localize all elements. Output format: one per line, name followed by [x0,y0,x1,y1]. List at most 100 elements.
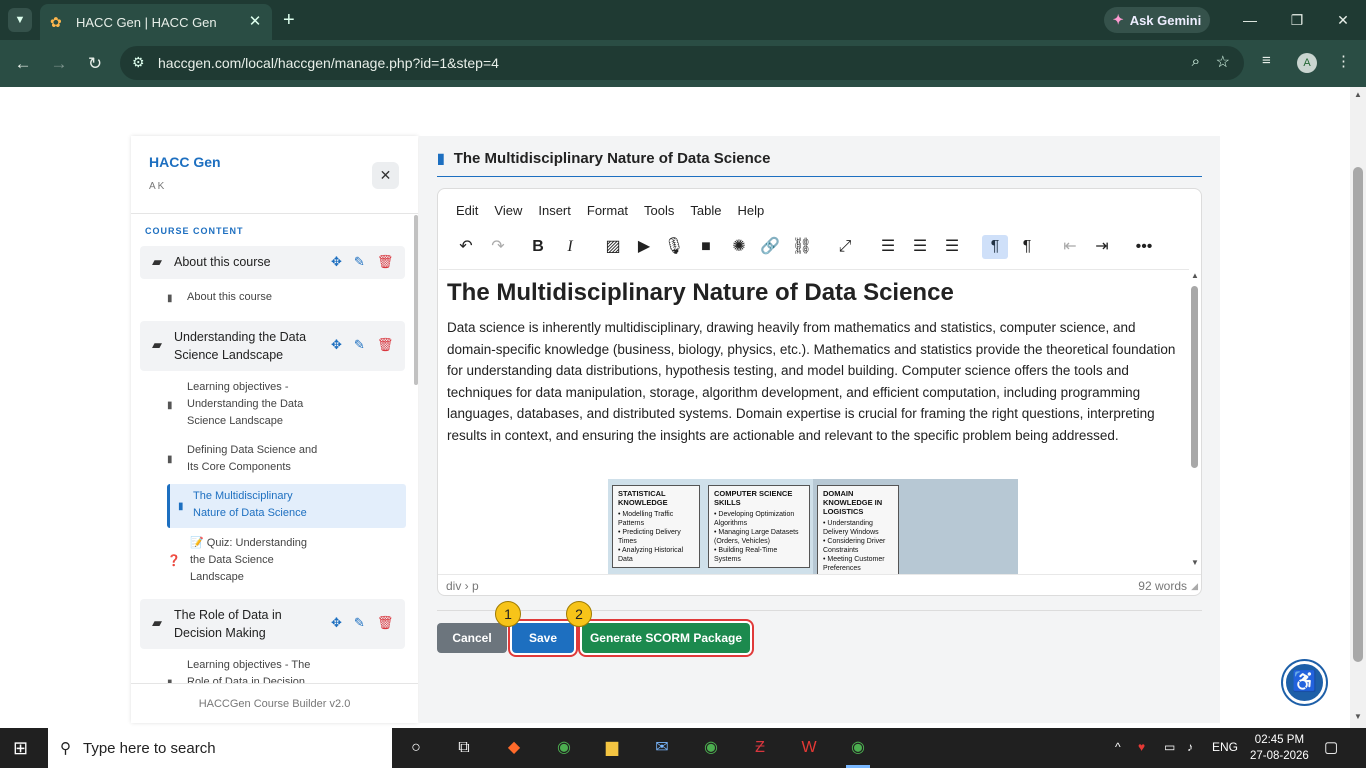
language-indicator[interactable]: ENG [1212,740,1238,754]
wps-office-icon[interactable]: W [797,736,821,760]
undo-icon[interactable]: ↶ [453,235,479,259]
volume-icon[interactable]: ♪ [1187,740,1193,754]
ask-gemini-button[interactable]: ✦ Ask Gemini [1104,7,1210,33]
restore-icon[interactable]: ❐ [1285,8,1309,32]
unlink-icon[interactable]: ⛓ [789,235,815,259]
move-icon[interactable]: ✥ [331,254,342,270]
forward-icon[interactable]: → [47,52,71,76]
edit-icon[interactable]: ✎ [354,254,365,270]
tray-expand-icon[interactable]: ^ [1115,740,1121,754]
h5p-icon[interactable]: ✺ [726,235,752,259]
menu-tools[interactable]: Tools [644,203,674,218]
sidebar-close-button[interactable]: ✕ [372,162,399,189]
move-icon[interactable]: ✥ [331,337,342,353]
align-center-icon[interactable]: ☰ [907,235,933,259]
delete-icon[interactable]: 🗑 [377,254,394,270]
reload-icon[interactable]: ↻ [83,52,107,76]
browser-menu-icon[interactable]: ⋮ [1336,52,1351,70]
sidebar-title[interactable]: HACC Gen [149,154,221,170]
edit-icon[interactable]: ✎ [354,337,365,353]
menu-view[interactable]: View [494,203,522,218]
page-scrollbar[interactable]: ▲ ▼ [1350,87,1366,728]
filezilla-icon[interactable]: Ƶ [748,736,772,760]
save-button[interactable]: Save [512,623,574,653]
network-icon[interactable]: ▭ [1164,740,1175,754]
chrome-icon[interactable]: ◉ [552,736,576,760]
editor-content[interactable]: The Multidisciplinary Nature of Data Sci… [439,269,1189,574]
ltr-icon[interactable]: ¶ [982,235,1008,259]
tab-list-button[interactable]: ▼ [8,8,32,32]
redo-icon[interactable]: ↷ [485,235,511,259]
delete-icon[interactable]: 🗑 [377,337,394,353]
link-icon[interactable]: 🔗 [757,235,783,259]
task-view-icon[interactable]: ⧉ [452,736,476,760]
back-icon[interactable]: ← [11,52,35,76]
sidebar-content[interactable]: COURSE CONTENT ▰ About this course ✥ ✎ 🗑… [131,215,418,683]
cortana-icon[interactable]: ○ [404,736,428,760]
edit-icon[interactable]: ✎ [354,615,365,631]
url-bar[interactable]: ⚙ haccgen.com/local/haccgen/manage.php?i… [120,46,1244,80]
taskbar-clock[interactable]: 02:45 PM 27-08-2026 [1250,732,1309,764]
windows-start-icon[interactable]: ⊞ [13,738,28,759]
italic-icon[interactable]: I [557,235,583,259]
file-explorer-icon[interactable]: ▆ [600,736,624,760]
new-tab-icon[interactable]: + [283,9,295,31]
delete-icon[interactable]: 🗑 [377,615,394,631]
bold-icon[interactable]: B [525,235,551,259]
accessibility-icon[interactable]: ♿ [1283,661,1326,704]
list-item[interactable]: ❓ 📝 Quiz: Understanding the Data Science… [167,535,407,587]
tray-app-icon[interactable]: ♥ [1138,740,1145,754]
editor-scroll-thumb[interactable] [1191,286,1198,468]
profile-avatar[interactable]: A [1297,53,1317,73]
video-camera-icon[interactable]: ■ [693,235,719,259]
bookmark-star-icon[interactable]: ☆ [1216,52,1230,72]
generate-scorm-button[interactable]: Generate SCORM Package [582,623,750,653]
more-icon[interactable]: ••• [1131,235,1157,259]
menu-insert[interactable]: Insert [538,203,571,218]
notification-icon[interactable]: ▢ [1324,738,1338,756]
site-info-icon[interactable]: ⚙ [132,54,145,71]
zoom-icon[interactable]: ⌕ [1192,53,1200,70]
list-item[interactable]: ▮ Defining Data Science and Its Core Com… [167,442,407,478]
align-right-icon[interactable]: ☰ [939,235,965,259]
word-count[interactable]: 92 words [1138,579,1187,593]
section-role-of-data[interactable]: ▰ The Role of Data in Decision Making ✥ … [140,599,405,649]
menu-help[interactable]: Help [737,203,764,218]
mail-icon[interactable]: ✉ [650,736,674,760]
menu-edit[interactable]: Edit [456,203,478,218]
media-icon[interactable]: ▶ [631,235,657,259]
resize-grip-icon[interactable]: ◢ [1191,581,1198,592]
cancel-button[interactable]: Cancel [437,623,507,653]
rtl-icon[interactable]: ¶ [1014,235,1040,259]
menu-format[interactable]: Format [587,203,628,218]
indent-icon[interactable]: ⇥ [1089,235,1115,259]
tab-close-icon[interactable]: ✕ [246,13,264,31]
taskbar-search[interactable]: ⚲ Type here to search [48,728,392,768]
scroll-up-icon[interactable]: ▲ [1191,271,1199,280]
minimize-icon[interactable]: — [1238,8,1262,32]
element-path[interactable]: div › p [446,579,479,593]
scroll-down-icon[interactable]: ▼ [1354,712,1362,721]
outdent-icon[interactable]: ⇤ [1057,235,1083,259]
chrome-profile-icon[interactable]: ◉ [699,736,723,760]
sidebar-scroll-thumb[interactable] [414,215,418,385]
scroll-up-icon[interactable]: ▲ [1354,90,1362,99]
align-left-icon[interactable]: ☰ [875,235,901,259]
chrome-active-icon[interactable]: ◉ [846,736,870,760]
brave-icon[interactable]: ◆ [502,736,526,760]
page-scroll-thumb[interactable] [1353,167,1363,662]
menu-table[interactable]: Table [690,203,721,218]
move-icon[interactable]: ✥ [331,615,342,631]
content-illustration[interactable]: STATISTICAL KNOWLEDGE • Modelling Traffi… [608,479,1018,574]
list-item[interactable]: ▮ Learning objectives - Understanding th… [167,379,407,431]
image-icon[interactable]: ▨ [600,235,626,259]
browser-tab[interactable]: ✿ HACC Gen | HACC Gen ✕ [40,4,272,40]
fullscreen-icon[interactable]: ⤢ [832,235,858,259]
scroll-down-icon[interactable]: ▼ [1191,558,1199,567]
section-about-this-course[interactable]: ▰ About this course ✥ ✎ 🗑 [140,246,405,279]
reading-list-icon[interactable]: ≡ [1262,52,1271,69]
window-close-icon[interactable]: ✕ [1331,8,1355,32]
section-understanding-data-science[interactable]: ▰ Understanding the Data Science Landsca… [140,321,405,371]
microphone-icon[interactable]: 🎙 [661,235,687,259]
editor-scrollbar[interactable]: ▲ ▼ [1190,271,1200,571]
